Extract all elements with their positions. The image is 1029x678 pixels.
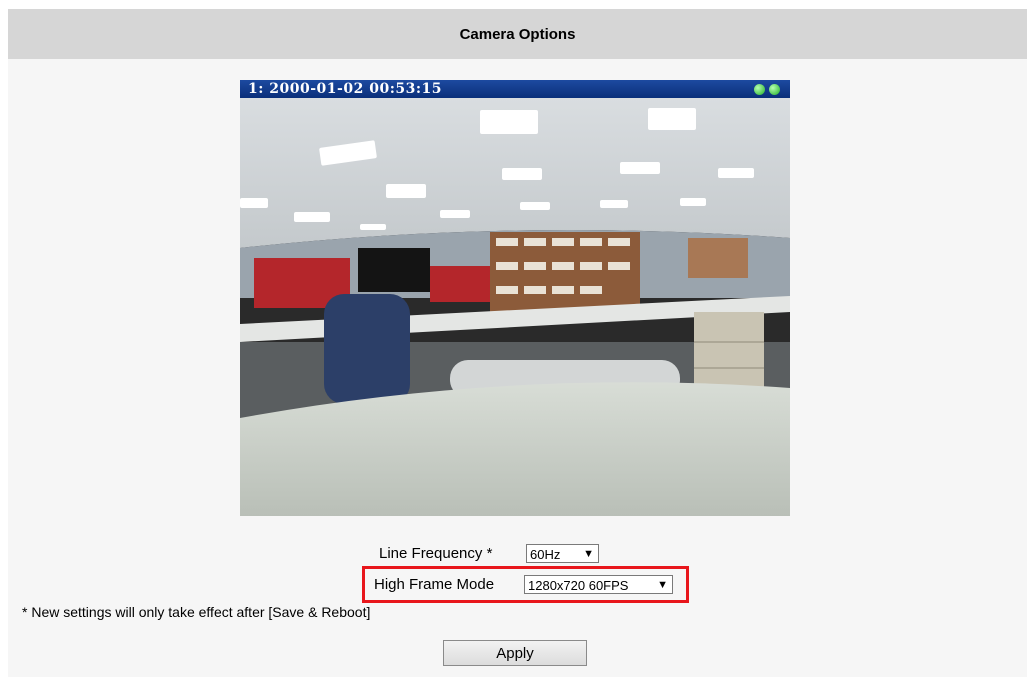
camera-video-feed: 1: 2000-01-02 00:53:15 xyxy=(240,80,790,516)
apply-button[interactable]: Apply xyxy=(443,640,587,666)
page-title: Camera Options xyxy=(459,25,576,43)
status-indicator-icon xyxy=(754,84,765,95)
status-indicator-icon xyxy=(769,84,780,95)
line-frequency-select[interactable]: 60Hz ▼ xyxy=(526,544,599,563)
line-frequency-label: Line Frequency * xyxy=(379,545,493,562)
settings-note: * New settings will only take effect aft… xyxy=(22,604,371,620)
line-frequency-value: 60Hz xyxy=(530,547,561,562)
video-timestamp: 1: 2000-01-02 00:53:15 xyxy=(248,81,442,97)
chevron-down-icon: ▼ xyxy=(583,548,594,560)
high-frame-mode-label: High Frame Mode xyxy=(374,576,495,593)
high-frame-mode-select[interactable]: 1280x720 60FPS ▼ xyxy=(524,575,673,594)
header-bar: Camera Options xyxy=(8,9,1027,59)
office-scene-image xyxy=(240,98,790,516)
video-osd-bar: 1: 2000-01-02 00:53:15 xyxy=(240,80,790,98)
chevron-down-icon: ▼ xyxy=(657,579,668,591)
high-frame-mode-value: 1280x720 60FPS xyxy=(528,578,629,593)
